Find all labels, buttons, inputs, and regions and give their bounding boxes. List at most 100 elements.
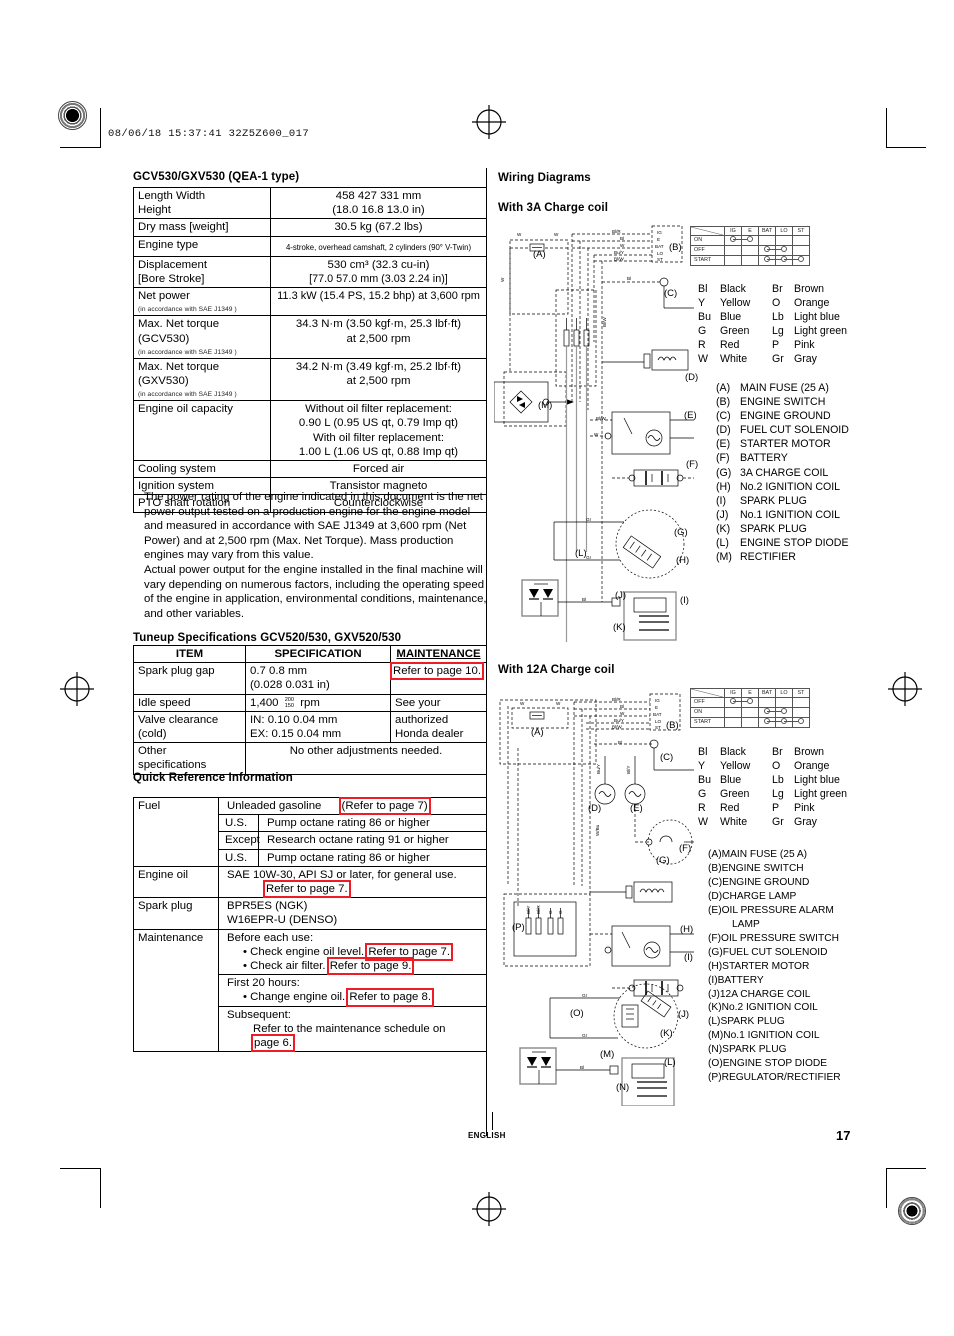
list-item: (N)SPARK PLUG [708,1044,787,1056]
callout-3a-f: (F) [686,459,699,470]
footer-rule [492,1112,493,1130]
tuneup-spec-valve-clearance: IN: 0.10 0.04 mm EX: 0.15 0.04 mm [245,710,391,744]
list-item: R Red P Pink [698,802,815,815]
callout-12a-d: (D) [588,803,602,814]
switch-row-label: START [690,717,725,728]
page-reference-link[interactable]: Refer to page 7. [365,942,454,962]
svg-text:Bl/W: Bl/W [614,257,624,262]
svg-text:ST: ST [657,257,663,262]
page-reference-link[interactable]: Refer to page 8. [346,988,435,1007]
page-reference-link[interactable]: Refer to page 10. [389,662,485,681]
callout-3a-l: (L) [575,548,587,559]
svg-text:Bl/Y: Bl/Y [526,906,531,914]
continuity-dot [798,256,804,262]
list-item: (D) FUEL CUT SOLENOID [716,424,849,437]
registration-blob-icon [58,101,87,130]
callout-3a-k: (K) [613,622,626,633]
list-item: (M) RECTIFIER [716,551,796,564]
continuity-dot [764,708,781,714]
svg-text:BAT: BAT [655,244,664,249]
continuity-dot [781,708,787,714]
list-item: (D)CHARGE LAMP [708,890,797,902]
table-row: Other specifications No other adjustment… [133,742,487,775]
tuneup-header-item: ITEM [133,644,246,664]
spec-item-dimensions: Length Width Height [133,186,271,220]
quickref-label-engine-oil: Engine oil [133,865,219,899]
page-reference-link[interactable]: page 6. [250,1034,296,1053]
tuneup-maint-valve-clearance: authorized Honda dealer [390,710,487,744]
list-item: R Red P Pink [698,339,815,352]
table-row: ON [690,235,810,246]
quickref-label-spark-plug: Spark plug [133,897,219,930]
spec-value-torque-gxv530: 34.2 N·m (3.49 kgf·m, 25.2 lbf·ft) at 2,… [270,357,487,402]
callout-3a-a: (A) [533,249,546,260]
switch-col-lo: LO [775,226,793,236]
list-item: (I)BATTERY [708,974,764,986]
callout-12a-b: (B) [666,720,679,731]
crop-mark-top-left-v [100,108,101,148]
quickref-label-fuel: Fuel [133,797,219,867]
spec-value-oil-capacity: Without oil filter replacement: 0.90 L (… [270,400,487,462]
quickref-title: Quick Reference Information [133,772,293,784]
list-item: (B)ENGINE SWITCH [708,862,804,874]
list-item: (E)OIL PRESSURE ALARM [708,904,834,916]
sae-note: (in accordance with SAE J1349 ) [138,391,237,399]
tuneup-specifications-table: ITEM SPECIFICATION MAINTENANCE Spark plu… [133,644,487,775]
list-item: Bu Blue Lb Light blue [698,774,840,787]
registration-cross-bottom [472,1192,506,1226]
callout-12a-i: (I) [684,952,693,963]
crop-mark-bottom-right-h [886,1168,926,1169]
tuneup-table-title: Tuneup Specifications GCV520/530, GXV520… [133,632,402,644]
power-rating-note-2: Actual power output for the engine insta… [144,564,487,620]
page-reference-link[interactable]: (Refer to page 7) [338,796,431,816]
list-item: (H)STARTER MOTOR [708,960,810,972]
callout-3a-d: (D) [685,372,699,383]
svg-text:Gr: Gr [582,1033,588,1038]
quickref-fuel-octane: Pump octane rating 86 or higher [258,848,487,867]
tuneup-maint-idle-speed: See your [390,693,487,712]
svg-text:Bl: Bl [618,740,622,745]
callout-12a-c: (C) [660,752,674,763]
list-item: Bu Blue Lb Light blue [698,311,840,324]
page-reference-link[interactable]: Refer to page 9. [326,957,415,976]
list-item: (K) SPARK PLUG [716,522,807,535]
quick-reference-table: Fuel Unleaded gasoline (Refer to page 7)… [133,796,487,1053]
crop-mark-top-left-h [60,147,101,148]
svg-text:Bl/W: Bl/W [612,725,622,730]
callout-12a-j: (J) [678,1009,690,1020]
quickref-label-maintenance: Maintenance [133,928,219,1053]
tuneup-maint-spark-plug-gap: Refer to page 10. [389,662,487,695]
tuneup-spec-spark-plug-gap: 0.7 0.8 mm (0.028 0.031 in) [245,662,391,695]
callout-12a-h: (H) [680,924,694,935]
switch-col-ig: IG [724,226,742,236]
table-row: Engine oil SAE 10W-30, API SJ or later, … [133,865,487,899]
table-row: Idle speed 1,400 200 150 rpm See your [133,693,487,712]
list-item: Y Yellow O Orange [698,760,830,773]
continuity-dot [764,718,781,724]
registration-cross-left [60,672,94,706]
spec-item-torque-gcv530: Max. Net torque (GCV530) (in accordance … [133,315,271,359]
list-item: (H) No.2 IGNITION COIL [716,480,841,493]
callout-3a-c: (C) [664,288,678,299]
page-reference-link[interactable]: Refer to page 7. [263,879,351,899]
wire-color-key-12a: Bl Black Br Brown Y Yellow O Orange Bu Blue Lb Li… [698,745,847,830]
quickref-fuel-octane: Pump octane rating 86 or higher [258,814,487,833]
callout-12a-e: (E) [630,803,643,814]
table-row: Cooling system Forced air [133,460,487,479]
list-item: (J)12A CHARGE COIL [708,988,811,1000]
table-row: Engine type 4-stroke, overhead camshaft,… [133,235,487,257]
svg-text:G: G [558,910,563,914]
quickref-value-fuel: Unleaded gasoline (Refer to page 7) [218,796,487,816]
engine-switch-continuity-table-3a: IG E BAT LO ST ON OFF START [690,226,810,266]
svg-text:BAT: BAT [653,712,662,717]
switch-col-st: ST [792,226,810,236]
list-item: Y Yellow O Orange [698,297,830,310]
continuity-dot [781,718,798,724]
list-item: W White Gr Gray [698,816,817,829]
wiring-diagrams-title: Wiring Diagrams [498,172,591,184]
component-legend-12a: (A)MAIN FUSE (25 A) (B)ENGINE SWITCH (C)… [708,848,841,1085]
spec-table-title: GCV530/GXV530 (QEA-1 type) [133,171,300,183]
wire-color-key-3a: Bl Black Br Brown Y Yellow O Orange Bu Blue Lb Li… [698,282,847,367]
svg-text:Bu/Y: Bu/Y [596,764,601,774]
svg-text:E: E [655,705,658,710]
